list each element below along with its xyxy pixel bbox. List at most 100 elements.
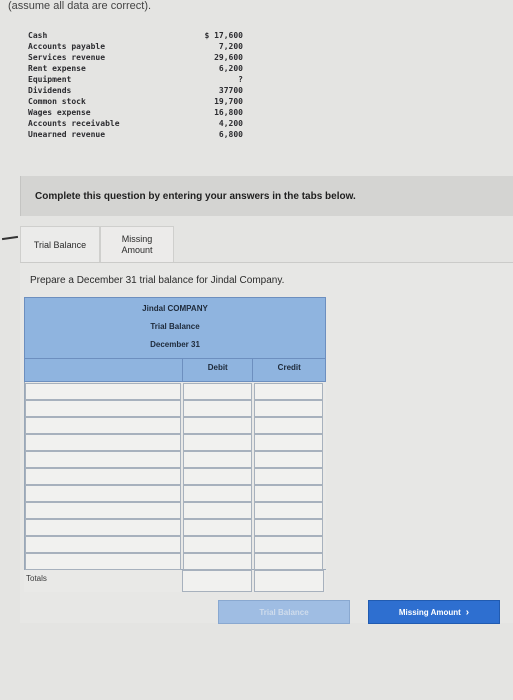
account-input[interactable]: [25, 536, 181, 553]
credit-input[interactable]: [254, 434, 323, 451]
credit-input[interactable]: [254, 485, 323, 502]
tab-missing-amount[interactable]: Missing Amount: [100, 226, 174, 263]
account-name: Rent expense: [28, 64, 86, 73]
account-name: Services revenue: [28, 53, 106, 62]
account-list: Cash $ 17,600 Accounts payable 7,200 Servi…: [28, 30, 243, 140]
tab-label-line1: Missing: [121, 234, 153, 244]
account-input[interactable]: [25, 553, 181, 570]
debit-input[interactable]: [183, 451, 252, 468]
credit-input[interactable]: [254, 468, 323, 485]
table-row: [24, 399, 326, 417]
tab-panel: Prepare a December 31 trial balance for …: [20, 262, 513, 623]
debit-input[interactable]: [183, 485, 252, 502]
credit-input[interactable]: [254, 553, 323, 570]
account-value: 29,600: [214, 53, 243, 62]
account-row: Unearned revenue 6,800: [28, 129, 243, 140]
totals-label: Totals: [26, 574, 47, 583]
next-tab-button[interactable]: Missing Amount ›: [368, 600, 500, 624]
account-value: 6,800: [218, 130, 243, 139]
company-name: Jindal COMPANY: [142, 304, 208, 313]
statement-title: Trial Balance: [150, 322, 200, 331]
table-row: [24, 382, 326, 400]
instructions-banner: Complete this question by entering your …: [20, 176, 513, 216]
account-row: Services revenue 29,600: [28, 52, 243, 63]
credit-input[interactable]: [254, 400, 323, 417]
account-value: 37700: [218, 86, 243, 95]
debit-total: [182, 570, 252, 592]
account-name: Equipment: [28, 75, 72, 84]
chevron-right-icon: ›: [465, 606, 470, 618]
totals-row: Totals: [24, 569, 326, 592]
account-row: Common stock 19,700: [28, 96, 243, 107]
account-name: Wages expense: [28, 108, 91, 117]
checkmark-icon: [1, 235, 19, 241]
table-row: [24, 484, 326, 502]
debit-input[interactable]: [183, 519, 252, 536]
column-headers: Debit Credit: [24, 359, 326, 382]
account-value: 6,200: [218, 64, 243, 73]
credit-input[interactable]: [254, 536, 323, 553]
debit-input[interactable]: [183, 468, 252, 485]
debit-column-header: Debit: [183, 359, 254, 381]
table-row: [24, 416, 326, 434]
prev-button-label: Trial Balance: [259, 607, 309, 617]
account-input[interactable]: [25, 519, 181, 536]
credit-input[interactable]: [254, 451, 323, 468]
debit-input[interactable]: [183, 502, 252, 519]
table-row: [24, 467, 326, 485]
account-value: 4,200: [218, 119, 243, 128]
credit-input[interactable]: [254, 519, 323, 536]
account-row: Wages expense 16,800: [28, 107, 243, 118]
account-value: 16,800: [214, 108, 243, 117]
account-input[interactable]: [25, 434, 181, 451]
account-row: Rent expense 6,200: [28, 63, 243, 74]
account-name: Accounts receivable: [28, 119, 120, 128]
account-name: Cash: [28, 31, 48, 40]
account-name: Accounts payable: [28, 42, 106, 51]
account-input[interactable]: [25, 451, 181, 468]
credit-input[interactable]: [254, 417, 323, 434]
account-input[interactable]: [25, 400, 181, 417]
account-row: Dividends 37700: [28, 85, 243, 96]
statement-date: December 31: [150, 340, 200, 349]
account-input[interactable]: [25, 468, 181, 485]
account-name: Unearned revenue: [28, 130, 106, 139]
credit-input[interactable]: [254, 383, 323, 400]
table-row: [24, 433, 326, 451]
next-button-label: Missing Amount: [398, 607, 461, 617]
account-input[interactable]: [25, 417, 181, 434]
account-row: Accounts payable 7,200: [28, 41, 243, 52]
instruction-text: Prepare a December 31 trial balance for …: [30, 275, 285, 286]
credit-total: [254, 570, 324, 592]
table-row: [24, 535, 326, 553]
account-input[interactable]: [25, 502, 181, 519]
account-input[interactable]: [25, 485, 181, 502]
table-row: [24, 450, 326, 468]
account-value: ?: [238, 75, 243, 84]
tab-trial-balance[interactable]: Trial Balance: [20, 226, 100, 263]
credit-input[interactable]: [254, 502, 323, 519]
account-row: Cash $ 17,600: [28, 30, 243, 41]
debit-input[interactable]: [183, 400, 252, 417]
account-row: Accounts receivable 4,200: [28, 118, 243, 129]
prev-tab-button[interactable]: Trial Balance: [218, 600, 350, 624]
debit-input[interactable]: [183, 434, 252, 451]
debit-input[interactable]: [183, 383, 252, 400]
table-row: [24, 552, 326, 570]
tab-label-line2: Amount: [121, 245, 153, 255]
credit-column-header: Credit: [277, 363, 301, 372]
account-value: 19,700: [214, 97, 243, 106]
account-row: Equipment?: [28, 74, 243, 85]
debit-input[interactable]: [183, 536, 252, 553]
trial-balance-table: Jindal COMPANY Trial Balance December 31…: [24, 297, 326, 592]
account-input[interactable]: [25, 383, 181, 400]
banner-text: Complete this question by entering your …: [35, 190, 356, 202]
table-row: [24, 518, 326, 536]
debit-input[interactable]: [183, 553, 252, 570]
account-name: Dividends: [28, 86, 72, 95]
account-name: Common stock: [28, 97, 86, 106]
debit-input[interactable]: [183, 417, 252, 434]
account-column-header: [25, 359, 183, 381]
table-row: [24, 501, 326, 519]
intro-text: (assume all data are correct).: [8, 0, 152, 12]
